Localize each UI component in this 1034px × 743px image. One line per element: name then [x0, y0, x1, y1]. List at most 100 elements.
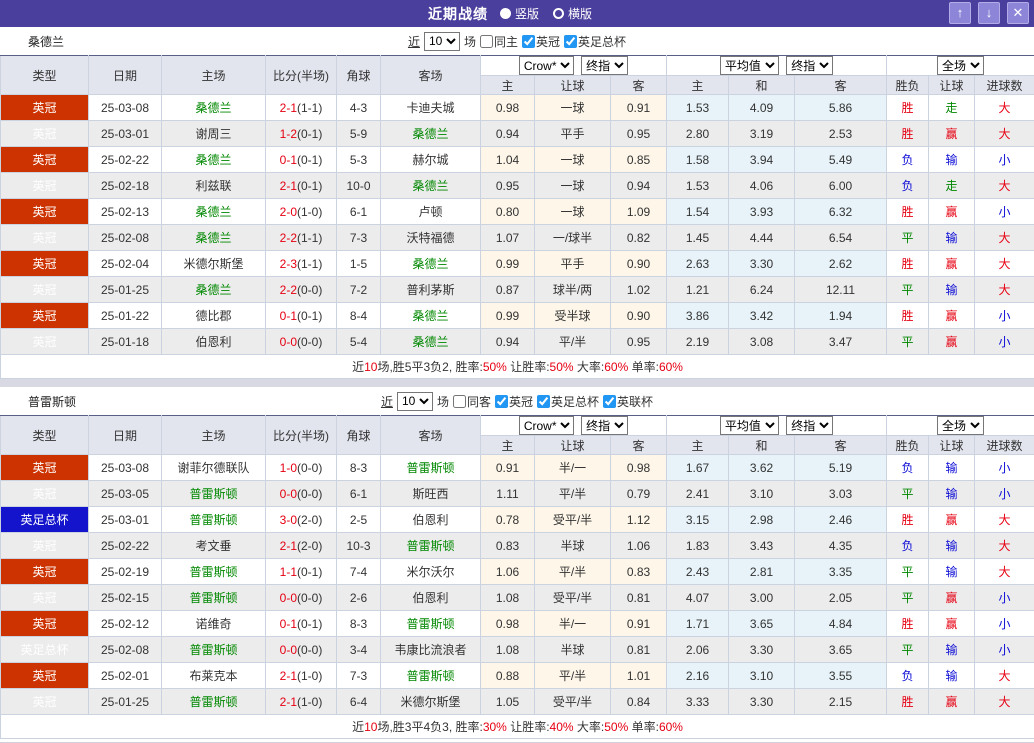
odds-company-select[interactable]: Crow* — [519, 416, 574, 435]
close-button[interactable]: ✕ — [1007, 2, 1029, 24]
corner-cell: 2-5 — [337, 507, 381, 533]
same-venue-filter-checkbox[interactable] — [480, 35, 493, 48]
league-filter-1: 英足总杯 — [537, 393, 599, 410]
league-filter-0-checkbox[interactable] — [522, 35, 535, 48]
league-filter-0-checkbox[interactable] — [495, 395, 508, 408]
odds-stage-select[interactable]: 终指 — [581, 416, 628, 435]
odds-away-cell: 0.82 — [611, 225, 667, 251]
avg-company-select[interactable]: 平均值 — [720, 416, 779, 435]
col-result-goals: 进球数 — [975, 436, 1034, 455]
result-goals-cell: 小 — [975, 455, 1034, 481]
result-goals-cell: 大 — [975, 559, 1034, 585]
home-team-cell: 普雷斯顿 — [162, 637, 266, 663]
league-filter-2-checkbox[interactable] — [603, 395, 616, 408]
odds-away-cell: 1.12 — [611, 507, 667, 533]
odds-home-cell: 1.08 — [481, 637, 535, 663]
same-venue-filter: 同客 — [453, 393, 491, 410]
score-cell: 2-2(1-1) — [266, 225, 337, 251]
match-date: 25-02-08 — [89, 637, 162, 663]
col-score: 比分(半场) — [266, 56, 337, 95]
avg-stage-select[interactable]: 终指 — [786, 56, 833, 75]
odds-handicap-cell: 半球 — [535, 533, 611, 559]
odds-home-cell: 1.07 — [481, 225, 535, 251]
col-away: 客场 — [381, 416, 481, 455]
layout-radio-horizontal[interactable]: 横版 — [553, 5, 592, 22]
same-venue-filter-checkbox[interactable] — [453, 395, 466, 408]
result-wdl-cell: 胜 — [887, 251, 929, 277]
home-team-cell: 诺维奇 — [162, 611, 266, 637]
avg-company-select[interactable]: 平均值 — [720, 56, 779, 75]
summary-segment: 场,胜3平4负3, 胜率: — [377, 720, 482, 734]
scope-select[interactable]: 全场 — [937, 416, 984, 435]
avg-away-cell: 4.84 — [795, 611, 887, 637]
result-handicap-cell: 赢 — [929, 689, 975, 715]
filter-controls: 近10场同主英冠英足总杯 — [408, 32, 626, 51]
col-odds-away: 客 — [611, 436, 667, 455]
odds-handicap-cell: 半/一 — [535, 611, 611, 637]
avg-away-cell: 3.55 — [795, 663, 887, 689]
odds-company-select[interactable]: Crow* — [519, 56, 574, 75]
odds-stage-select[interactable]: 终指 — [581, 56, 628, 75]
match-date: 25-02-22 — [89, 147, 162, 173]
near-link[interactable]: 近 — [408, 33, 420, 50]
move-up-button[interactable]: ↑ — [949, 2, 971, 24]
league-filter-1-checkbox[interactable] — [537, 395, 550, 408]
avg-home-cell: 2.19 — [667, 329, 729, 355]
col-corner: 角球 — [337, 56, 381, 95]
odds-away-cell: 1.02 — [611, 277, 667, 303]
full-time-score: 0-1 — [280, 617, 297, 631]
near-link[interactable]: 近 — [381, 393, 393, 410]
result-handicap-cell: 输 — [929, 277, 975, 303]
avg-draw-cell: 3.30 — [729, 251, 795, 277]
avg-away-cell: 1.94 — [795, 303, 887, 329]
match-row: 英冠25-02-01布莱克本2-1(1-0)7-3普雷斯顿0.88平/半1.01… — [1, 663, 1034, 689]
corner-cell: 10-3 — [337, 533, 381, 559]
corner-cell: 2-6 — [337, 585, 381, 611]
col-avg-away: 客 — [795, 436, 887, 455]
result-wdl-cell: 平 — [887, 585, 929, 611]
odds-home-cell: 0.94 — [481, 121, 535, 147]
avg-draw-cell: 3.19 — [729, 121, 795, 147]
odds-handicap-cell: 球半/两 — [535, 277, 611, 303]
result-goals-cell: 小 — [975, 329, 1034, 355]
odds-home-cell: 0.78 — [481, 507, 535, 533]
avg-draw-cell: 3.93 — [729, 199, 795, 225]
move-down-button[interactable]: ↓ — [978, 2, 1000, 24]
full-time-score: 1-1 — [280, 565, 297, 579]
avg-away-cell: 6.00 — [795, 173, 887, 199]
layout-radio-vertical[interactable]: 竖版 — [500, 5, 539, 22]
score-cell: 1-2(0-1) — [266, 121, 337, 147]
half-time-score: (1-1) — [297, 257, 322, 271]
col-away: 客场 — [381, 56, 481, 95]
result-handicap-cell: 赢 — [929, 329, 975, 355]
match-row: 英冠25-02-19普雷斯顿1-1(0-1)7-4米尔沃尔1.06平/半0.83… — [1, 559, 1034, 585]
odds-away-cell: 0.90 — [611, 303, 667, 329]
match-date: 25-02-04 — [89, 251, 162, 277]
col-avg-away: 客 — [795, 76, 887, 95]
scope-select-group: 全场 — [887, 56, 1034, 76]
summary-segment: 30% — [483, 720, 507, 734]
league-filter-1-checkbox[interactable] — [564, 35, 577, 48]
match-count-select[interactable]: 10 — [424, 32, 460, 51]
match-count-select[interactable]: 10 — [397, 392, 433, 411]
score-cell: 2-2(0-0) — [266, 277, 337, 303]
scope-select[interactable]: 全场 — [937, 56, 984, 75]
avg-draw-cell: 3.30 — [729, 689, 795, 715]
result-goals-cell: 大 — [975, 507, 1034, 533]
away-team-cell: 普雷斯顿 — [381, 455, 481, 481]
match-row: 英冠25-02-08桑德兰2-2(1-1)7-3沃特福德1.07一/球半0.82… — [1, 225, 1034, 251]
col-odds-home: 主 — [481, 76, 535, 95]
league-badge: 英冠 — [1, 147, 89, 173]
league-badge: 英冠 — [1, 95, 89, 121]
result-goals-cell: 大 — [975, 689, 1034, 715]
away-team-cell: 桑德兰 — [381, 303, 481, 329]
result-goals-cell: 大 — [975, 663, 1034, 689]
match-date: 25-03-01 — [89, 121, 162, 147]
half-time-score: (1-1) — [297, 101, 322, 115]
avg-stage-select[interactable]: 终指 — [786, 416, 833, 435]
avg-home-cell: 1.58 — [667, 147, 729, 173]
summary-segment: 近 — [352, 720, 364, 734]
result-goals-cell: 小 — [975, 199, 1034, 225]
result-wdl-cell: 胜 — [887, 95, 929, 121]
col-type: 类型 — [1, 56, 89, 95]
